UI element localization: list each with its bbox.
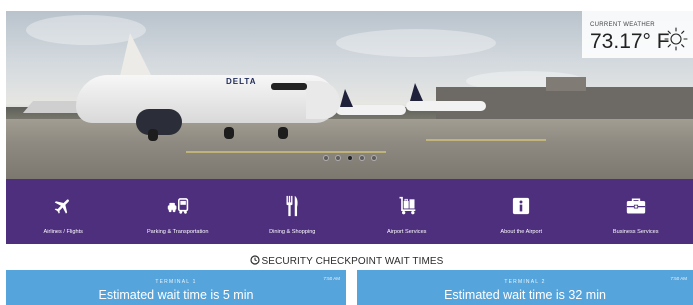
carousel-dot[interactable] (371, 155, 377, 161)
carousel-dot[interactable] (335, 155, 341, 161)
wait-time-text: Estimated wait time is 5 min (98, 288, 254, 302)
nav-label: Business Services (612, 229, 659, 235)
main-nav: Airlines / Flights Parking & Transportat… (6, 179, 693, 244)
clock-icon (249, 255, 260, 268)
weather-label: CURRENT WEATHER (590, 22, 655, 28)
carousel-dot[interactable] (323, 155, 329, 161)
wait-time-text: Estimated wait time is 32 min (444, 288, 606, 302)
taxi-stripe (186, 151, 386, 153)
carousel-dot-active[interactable] (347, 155, 353, 161)
security-title-text: SECURITY CHECKPOINT WAIT TIMES (261, 256, 444, 267)
nav-label: About the Airport (500, 229, 543, 235)
nav-business-services[interactable]: Business Services (579, 179, 693, 244)
plane-nose (306, 81, 340, 119)
cloud (336, 29, 496, 57)
weather-temperature: 73.17° F (590, 30, 670, 53)
distant-plane-tail (410, 83, 423, 101)
nav-label: Airport Services (387, 229, 427, 235)
plane-livery: DELTA (226, 77, 257, 86)
briefcase-icon (626, 195, 646, 217)
terminal-tower (546, 77, 586, 91)
nav-label: Dining & Shopping (269, 229, 316, 235)
fork-knife-icon (285, 195, 299, 217)
cockpit-windows (271, 83, 307, 90)
distant-plane (406, 101, 486, 111)
landing-gear (148, 129, 158, 141)
terminal-2-card[interactable]: 7:50 AM TERMINAL 2 Estimated wait time i… (357, 270, 693, 305)
luggage-cart-icon (397, 195, 417, 217)
nav-dining-shopping[interactable]: Dining & Shopping (235, 179, 350, 244)
plane-engine (136, 109, 182, 135)
info-icon (512, 195, 530, 217)
carousel-dot[interactable] (359, 155, 365, 161)
airplane-icon (53, 195, 73, 217)
terminal-1-card[interactable]: 7:50 AM TERMINAL 1 Estimated wait time i… (6, 270, 346, 305)
carousel-indicators (323, 155, 377, 161)
terminal-name: TERMINAL 2 (504, 279, 546, 285)
landing-gear (278, 127, 288, 139)
nav-parking-transportation[interactable]: Parking & Transportation (121, 179, 236, 244)
sun-icon (664, 27, 688, 51)
nav-about-airport[interactable]: About the Airport (464, 179, 579, 244)
distant-plane-tail (340, 89, 353, 107)
nav-label: Airlines / Flights (43, 229, 83, 235)
landing-gear (224, 127, 234, 139)
taxi-stripe (426, 139, 546, 141)
tarmac (6, 119, 693, 179)
security-wait-heading: SECURITY CHECKPOINT WAIT TIMES (0, 255, 693, 268)
nav-airport-services[interactable]: Airport Services (350, 179, 465, 244)
terminal-name: TERMINAL 1 (155, 279, 197, 285)
nav-airlines-flights[interactable]: Airlines / Flights (6, 179, 121, 244)
car-bus-icon (167, 195, 189, 217)
weather-widget[interactable]: CURRENT WEATHER 73.17° F (582, 10, 693, 58)
nav-label: Parking & Transportation (146, 229, 209, 235)
